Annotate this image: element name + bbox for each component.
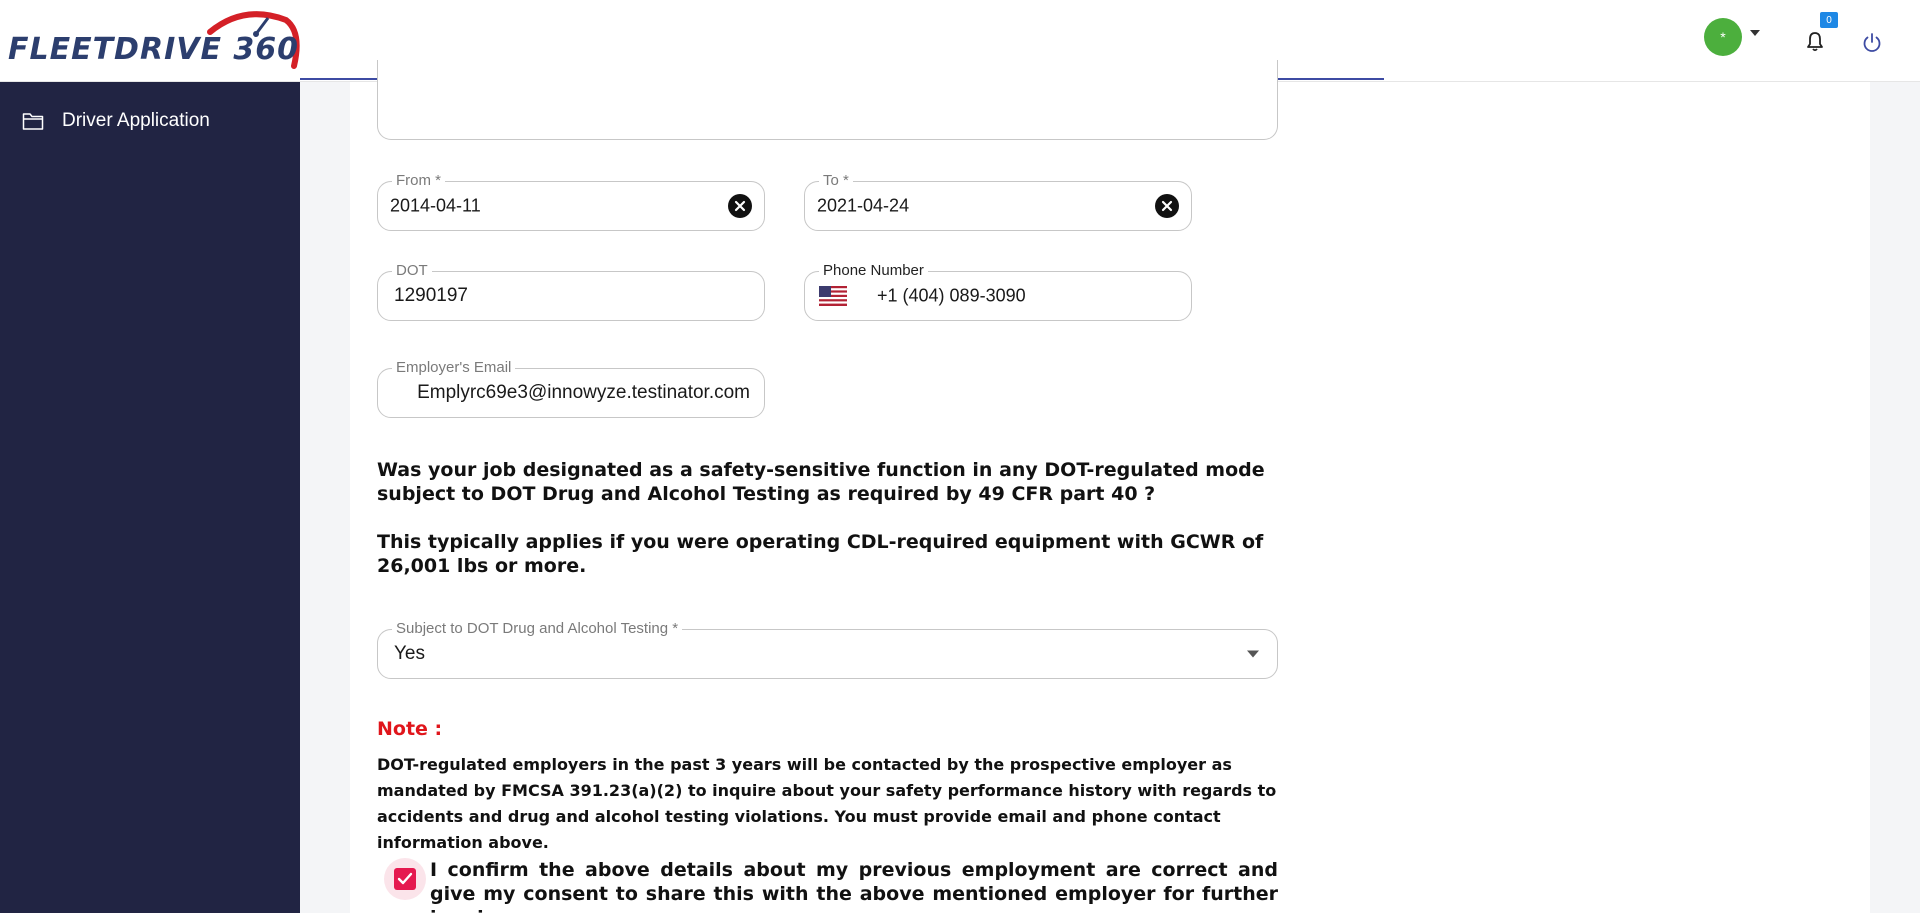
phone-number-value: +1 (404) 089-3090 — [877, 285, 1026, 306]
consent-checkbox[interactable] — [394, 868, 416, 890]
notification-badge: 0 — [1820, 12, 1838, 28]
description-textarea[interactable] — [377, 60, 1278, 140]
note-title: Note : — [377, 718, 443, 740]
power-icon[interactable] — [1861, 32, 1883, 54]
clear-to-icon[interactable] — [1155, 194, 1179, 218]
phone-number-label: Phone Number — [819, 262, 928, 280]
phone-number-field[interactable]: Phone Number +1 (404) 089-3090 — [804, 262, 1192, 321]
to-date-field[interactable]: To * 2021-04-24 — [804, 172, 1192, 231]
clear-from-icon[interactable] — [728, 194, 752, 218]
to-date-label: To * — [819, 172, 853, 190]
check-icon — [397, 872, 413, 885]
employer-email-value: Emplyrc69e3@innowyze.testinator.com — [417, 382, 750, 403]
user-avatar[interactable]: * — [1704, 18, 1742, 56]
sidebar-item-driver-application[interactable]: Driver Application — [22, 110, 210, 132]
consent-text: I confirm the above details about my pre… — [430, 859, 1278, 913]
us-flag-icon[interactable] — [819, 286, 847, 306]
question-text: Was your job designated as a safety-sens… — [377, 459, 1265, 505]
drug-testing-select[interactable]: Subject to DOT Drug and Alcohol Testing … — [377, 620, 1278, 679]
from-date-label: From * — [392, 172, 445, 190]
dot-field[interactable]: DOT 1290197 — [377, 262, 765, 321]
dot-value: 1290197 — [394, 285, 468, 306]
to-date-value: 2021-04-24 — [817, 195, 910, 216]
from-date-field[interactable]: From * 2014-04-11 — [377, 172, 765, 231]
drug-testing-label: Subject to DOT Drug and Alcohol Testing … — [392, 620, 683, 638]
dot-label: DOT — [392, 262, 432, 280]
sidebar: Driver Application — [0, 82, 300, 913]
dot-safety-question: Was your job designated as a safety-sens… — [377, 458, 1277, 578]
employer-email-field[interactable]: Employer's Email Emplyrc69e3@innowyze.te… — [377, 359, 765, 418]
chevron-down-icon[interactable] — [1750, 30, 1760, 36]
select-caret-icon — [1247, 650, 1259, 658]
logo-text: FLEETDRIVE 360 — [8, 32, 300, 67]
note-body: DOT-regulated employers in the past 3 ye… — [377, 755, 1277, 852]
folder-icon — [22, 113, 44, 130]
from-date-value: 2014-04-11 — [390, 195, 481, 216]
fleetdrive-logo[interactable]: FLEETDRIVE 360 — [8, 10, 300, 72]
drug-testing-value: Yes — [394, 643, 425, 664]
question-hint: This typically applies if you were opera… — [377, 531, 1264, 577]
avatar-glyph: * — [1720, 29, 1726, 45]
bell-icon[interactable] — [1803, 30, 1827, 54]
employer-email-clip: Emplyrc69e3@innowyze.testinator.com — [392, 369, 750, 417]
sidebar-item-label: Driver Application — [62, 110, 210, 131]
